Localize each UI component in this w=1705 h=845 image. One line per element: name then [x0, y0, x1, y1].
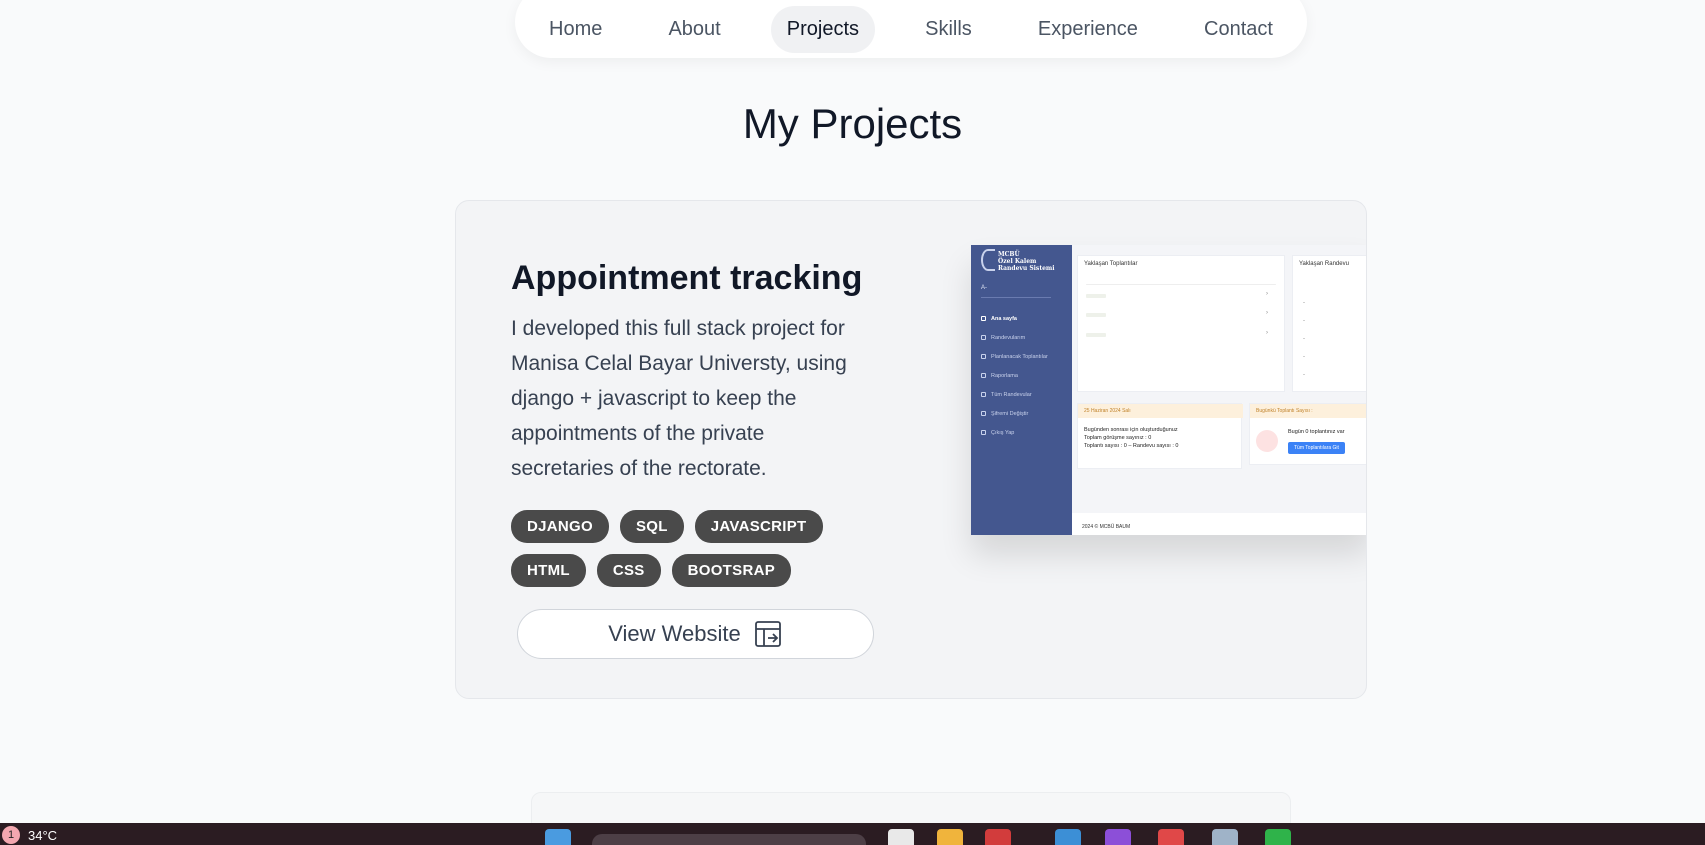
- app-icon[interactable]: [1212, 829, 1238, 845]
- weather-temp: 34°C: [28, 827, 58, 843]
- screenshot-footer: 2024 © MCBÜ BAUM: [1072, 513, 1366, 535]
- top-nav: Home About Projects Skills Experience Co…: [515, 0, 1307, 58]
- logo-icon: [981, 249, 995, 271]
- nav-projects[interactable]: Projects: [770, 5, 876, 53]
- project-screenshot: MCBÜ Özel Kalem Randevu Sistemi A- Ana s…: [971, 245, 1366, 535]
- screenshot-menu-item: Raporlama: [981, 366, 1048, 385]
- lock-icon: [981, 392, 986, 397]
- tech-tags: DJANGO SQL JAVASCRIPT HTML CSS BOOTSRAP: [511, 510, 851, 587]
- page-title: My Projects: [742, 100, 963, 147]
- task-view-icon[interactable]: [888, 829, 914, 845]
- vscode-icon[interactable]: [1055, 829, 1081, 845]
- calendar-icon: [1256, 430, 1278, 452]
- external-link-icon: [754, 621, 781, 647]
- view-website-label: View Website: [608, 621, 741, 646]
- os-taskbar: 1 34°C: [0, 823, 1705, 845]
- gear-icon: [981, 411, 986, 416]
- notification-badge: 1: [2, 826, 20, 844]
- tag-css: CSS: [596, 554, 661, 587]
- project-title: Appointment tracking: [511, 259, 863, 297]
- screenshot-panel-appointments: Yaklaşan Randevu - - - - -: [1292, 255, 1366, 392]
- screenshot-menu-item: Planlanacak Toplantılar: [981, 347, 1048, 366]
- screenshot-sidebar: MCBÜ Özel Kalem Randevu Sistemi A- Ana s…: [971, 245, 1072, 535]
- app-icon[interactable]: [1158, 829, 1184, 845]
- tag-bootstrap: BOOTSRAP: [671, 554, 792, 587]
- screenshot-menu-item: Çıkış Yap: [981, 423, 1048, 442]
- screenshot-menu: Ana sayfa Randevularım Planlanacak Topla…: [981, 309, 1048, 442]
- screenshot-logo: MCBÜ Özel Kalem Randevu Sistemi: [998, 251, 1055, 272]
- chart-icon: [981, 373, 986, 378]
- chrome-icon[interactable]: [985, 829, 1011, 845]
- project-card: Appointment tracking I developed this fu…: [455, 200, 1367, 699]
- screenshot-menu-item: Şifremi Değiştir: [981, 404, 1048, 423]
- nav-about[interactable]: About: [652, 6, 736, 53]
- taskbar-search[interactable]: [592, 834, 866, 845]
- logout-icon: [981, 430, 986, 435]
- screenshot-menu-item: Tüm Randevular: [981, 385, 1048, 404]
- screenshot-lang: A-: [981, 285, 987, 291]
- nav-home[interactable]: Home: [533, 6, 618, 53]
- project-description: I developed this full stack project for …: [511, 317, 847, 480]
- screenshot-panel-today: Bugünkü Toplantı Sayısı : Bugün 0 toplan…: [1249, 403, 1366, 465]
- screenshot-panel-meetings: Yaklaşan Toplantılar › › ›: [1077, 255, 1285, 392]
- tag-html: HTML: [511, 554, 586, 587]
- whatsapp-icon[interactable]: [1265, 829, 1291, 845]
- screenshot-menu-item: Ana sayfa: [981, 309, 1048, 328]
- tag-sql: SQL: [619, 510, 684, 543]
- calendar-icon: [981, 354, 986, 359]
- screenshot-menu-item: Randevularım: [981, 328, 1048, 347]
- screenshot-panel-stats: 25 Haziran 2024 Salı Bugünden sonrası iç…: [1077, 403, 1243, 469]
- document-icon: [981, 335, 986, 340]
- nav-contact[interactable]: Contact: [1188, 6, 1289, 53]
- tag-javascript: JAVASCRIPT: [694, 510, 823, 543]
- start-icon[interactable]: [545, 829, 571, 845]
- file-explorer-icon[interactable]: [937, 829, 963, 845]
- screenshot-go-button: Tüm Toplantılara Git: [1288, 442, 1345, 454]
- app-icon[interactable]: [1105, 829, 1131, 845]
- tag-django: DJANGO: [511, 510, 609, 543]
- nav-experience[interactable]: Experience: [1022, 6, 1154, 53]
- divider: [981, 297, 1051, 298]
- home-icon: [981, 316, 986, 321]
- nav-skills[interactable]: Skills: [909, 6, 988, 53]
- view-website-button[interactable]: View Website: [517, 609, 874, 659]
- weather-widget[interactable]: 1 34°C: [2, 826, 57, 844]
